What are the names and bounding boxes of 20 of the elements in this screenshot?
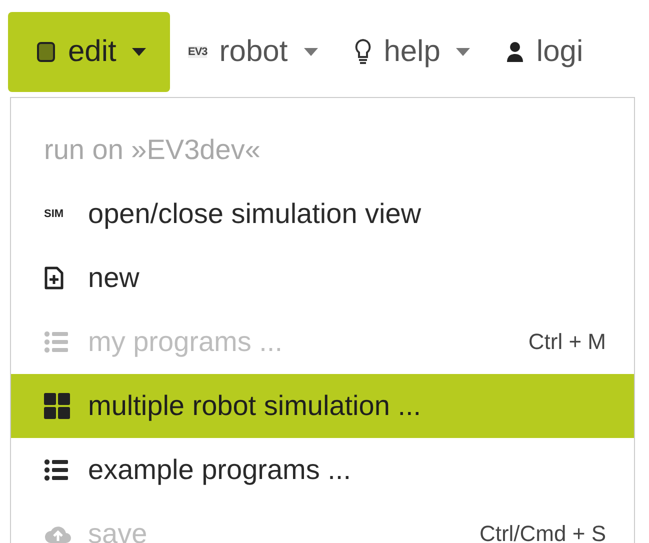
menu-header: run on »EV3dev« — [43, 133, 262, 167]
menu-item[interactable]: SIM open/close simulation view — [11, 182, 634, 246]
grid-icon — [44, 393, 70, 419]
menu-item[interactable]: multiple robot simulation ... — [11, 374, 634, 438]
lightbulb-icon — [354, 38, 372, 66]
user-icon — [506, 41, 524, 63]
list-icon — [44, 459, 68, 481]
menu-item[interactable]: new — [11, 246, 634, 310]
shortcut-label: Ctrl/Cmd + S — [479, 521, 606, 543]
menu-item[interactable]: example programs ... — [11, 438, 634, 502]
nav-menu-button[interactable]: logi — [488, 12, 602, 92]
square-icon — [36, 42, 56, 62]
new-file-icon — [44, 266, 64, 290]
nav-menu-button[interactable]: EV3 robot — [170, 12, 336, 92]
simulation-icon: SIM — [44, 208, 64, 220]
nav-menu-button[interactable]: help — [336, 12, 488, 92]
nav-menu-button[interactable]: edit — [8, 12, 170, 92]
list-icon — [44, 331, 68, 353]
robot-icon: EV3 — [188, 46, 208, 58]
shortcut-label: Ctrl + M — [528, 329, 606, 355]
